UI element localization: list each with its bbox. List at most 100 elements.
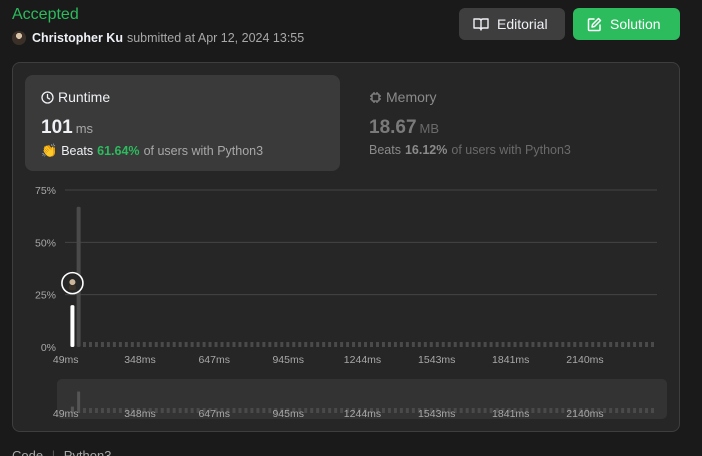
- baseline-bar: [423, 342, 427, 347]
- baseline-bar: [100, 342, 104, 347]
- baseline-bar: [346, 342, 350, 347]
- baseline-bar: [352, 342, 356, 347]
- baseline-bar: [292, 342, 296, 347]
- navigator-baseline-bar: [112, 408, 116, 413]
- baseline-bar: [112, 342, 116, 347]
- baseline-bar: [489, 342, 493, 347]
- x-tick-label: 1244ms: [344, 354, 381, 366]
- x-tick-layer: 49ms 348ms 647ms 945ms 1244ms 1543ms 1841ms 214…: [53, 354, 604, 366]
- navigator-baseline-bar: [232, 408, 236, 413]
- baseline-bar: [393, 342, 397, 347]
- baseline-bar: [513, 342, 517, 347]
- baseline-bar: [83, 342, 86, 347]
- runtime-distribution-chart[interactable]: 75% 50% 25% 0% 49ms 348ms 647ms 945ms 1244ms 154…: [13, 63, 679, 431]
- baseline-bar: [519, 342, 523, 347]
- baseline-bar: [429, 342, 433, 347]
- baseline-bar: [202, 342, 206, 347]
- navigator-baseline-bar: [322, 408, 326, 413]
- code-tab[interactable]: Code | Python3: [12, 448, 111, 456]
- navigator-baseline-bar: [645, 408, 649, 413]
- baseline-bar: [136, 342, 140, 347]
- avatar[interactable]: [12, 31, 26, 45]
- baseline-bar: [453, 342, 457, 347]
- y-tick-label: 75%: [35, 185, 56, 197]
- baseline-bar: [160, 342, 164, 347]
- baseline-bar: [459, 342, 463, 347]
- baseline-bar: [435, 342, 439, 347]
- navigator-baseline-bar: [262, 408, 266, 413]
- y-tick-label: 25%: [35, 290, 56, 302]
- edit-icon: [587, 17, 602, 31]
- navigator-x-tick-label: 49ms: [53, 408, 79, 420]
- baseline-bar: [250, 342, 254, 347]
- navigator-baseline-bar: [477, 408, 481, 413]
- navigator-baseline-bar: [334, 408, 338, 413]
- baseline-bar: [370, 342, 373, 347]
- navigator-baseline-bar: [256, 408, 260, 413]
- navigator-x-tick-label: 2140ms: [566, 408, 603, 420]
- baseline-bar: [298, 342, 302, 347]
- navigator-baseline-bar: [543, 408, 547, 413]
- navigator-baseline-bar: [387, 408, 391, 413]
- baseline-bar: [232, 342, 236, 347]
- baseline-bar: [585, 342, 589, 347]
- baseline-bar: [501, 342, 505, 347]
- baseline-bar: [405, 342, 409, 347]
- baseline-bar: [286, 342, 290, 347]
- navigator-baseline-bar: [118, 408, 122, 413]
- code-label: Code: [12, 448, 44, 456]
- x-tick-label: 49ms: [53, 354, 79, 366]
- baseline-bar: [441, 342, 445, 347]
- editorial-button[interactable]: Editorial: [459, 8, 565, 40]
- navigator-baseline-bar: [459, 408, 463, 413]
- x-tick-label: 348ms: [124, 354, 156, 366]
- baseline-bar: [387, 342, 391, 347]
- navigator-baseline-bar: [555, 408, 559, 413]
- baseline-bar: [190, 342, 194, 347]
- navigator-baseline-bar: [166, 408, 170, 413]
- navigator-baseline-bar: [340, 408, 344, 413]
- submitter-name[interactable]: Christopher Ku: [32, 31, 123, 45]
- baseline-bar: [651, 342, 655, 347]
- navigator-baseline-bar: [100, 408, 104, 413]
- baseline-bar: [597, 342, 601, 347]
- x-tick-label: 945ms: [272, 354, 304, 366]
- marker-layer[interactable]: [61, 271, 84, 295]
- baseline-bar: [334, 342, 338, 347]
- y-tick-layer: 75% 50% 25% 0%: [35, 185, 56, 354]
- baseline-bar: [322, 342, 326, 347]
- baseline-bar: [226, 342, 230, 347]
- navigator-baseline-bar: [483, 408, 487, 413]
- navigator-baseline-bar: [465, 408, 469, 413]
- navigator-baseline-bar: [83, 408, 86, 413]
- baseline-bar: [399, 342, 403, 347]
- baseline-bar: [621, 342, 625, 347]
- navigator-baseline-bar: [381, 408, 385, 413]
- x-tick-label: 2140ms: [566, 354, 603, 366]
- navigator-baseline-bar: [531, 408, 535, 413]
- navigator-baseline-bar: [268, 408, 272, 413]
- baseline-bar: [184, 342, 188, 347]
- baseline-bar: [268, 342, 272, 347]
- navigator-x-tick-label: 1244ms: [344, 408, 381, 420]
- solution-button[interactable]: Solution: [573, 8, 680, 40]
- baseline-bar: [106, 342, 110, 347]
- navigator-baseline-bar: [172, 408, 176, 413]
- baseline-bar: [358, 342, 362, 347]
- navigator-baseline-bar: [411, 408, 415, 413]
- baseline-bar: [543, 342, 547, 347]
- navigator-baseline-bar: [537, 408, 541, 413]
- navigator-baseline-bar: [178, 408, 182, 413]
- baseline-bar: [477, 342, 481, 347]
- navigator-baseline-bar: [399, 408, 403, 413]
- navigator-baseline-bar: [609, 408, 613, 413]
- baseline-bar: [328, 342, 332, 347]
- baseline-bar: [94, 342, 98, 347]
- result-panel: Runtime 101 ms 👏 Beats 61.64% of users wi…: [12, 62, 680, 432]
- baseline-bar: [256, 342, 260, 347]
- navigator-baseline-bar: [184, 408, 188, 413]
- highlighted-bar[interactable]: [70, 305, 75, 347]
- baseline-bar: [244, 342, 248, 347]
- submitted-at-text: submitted at Apr 12, 2024 13:55: [126, 31, 305, 45]
- baseline-bar: [88, 342, 92, 347]
